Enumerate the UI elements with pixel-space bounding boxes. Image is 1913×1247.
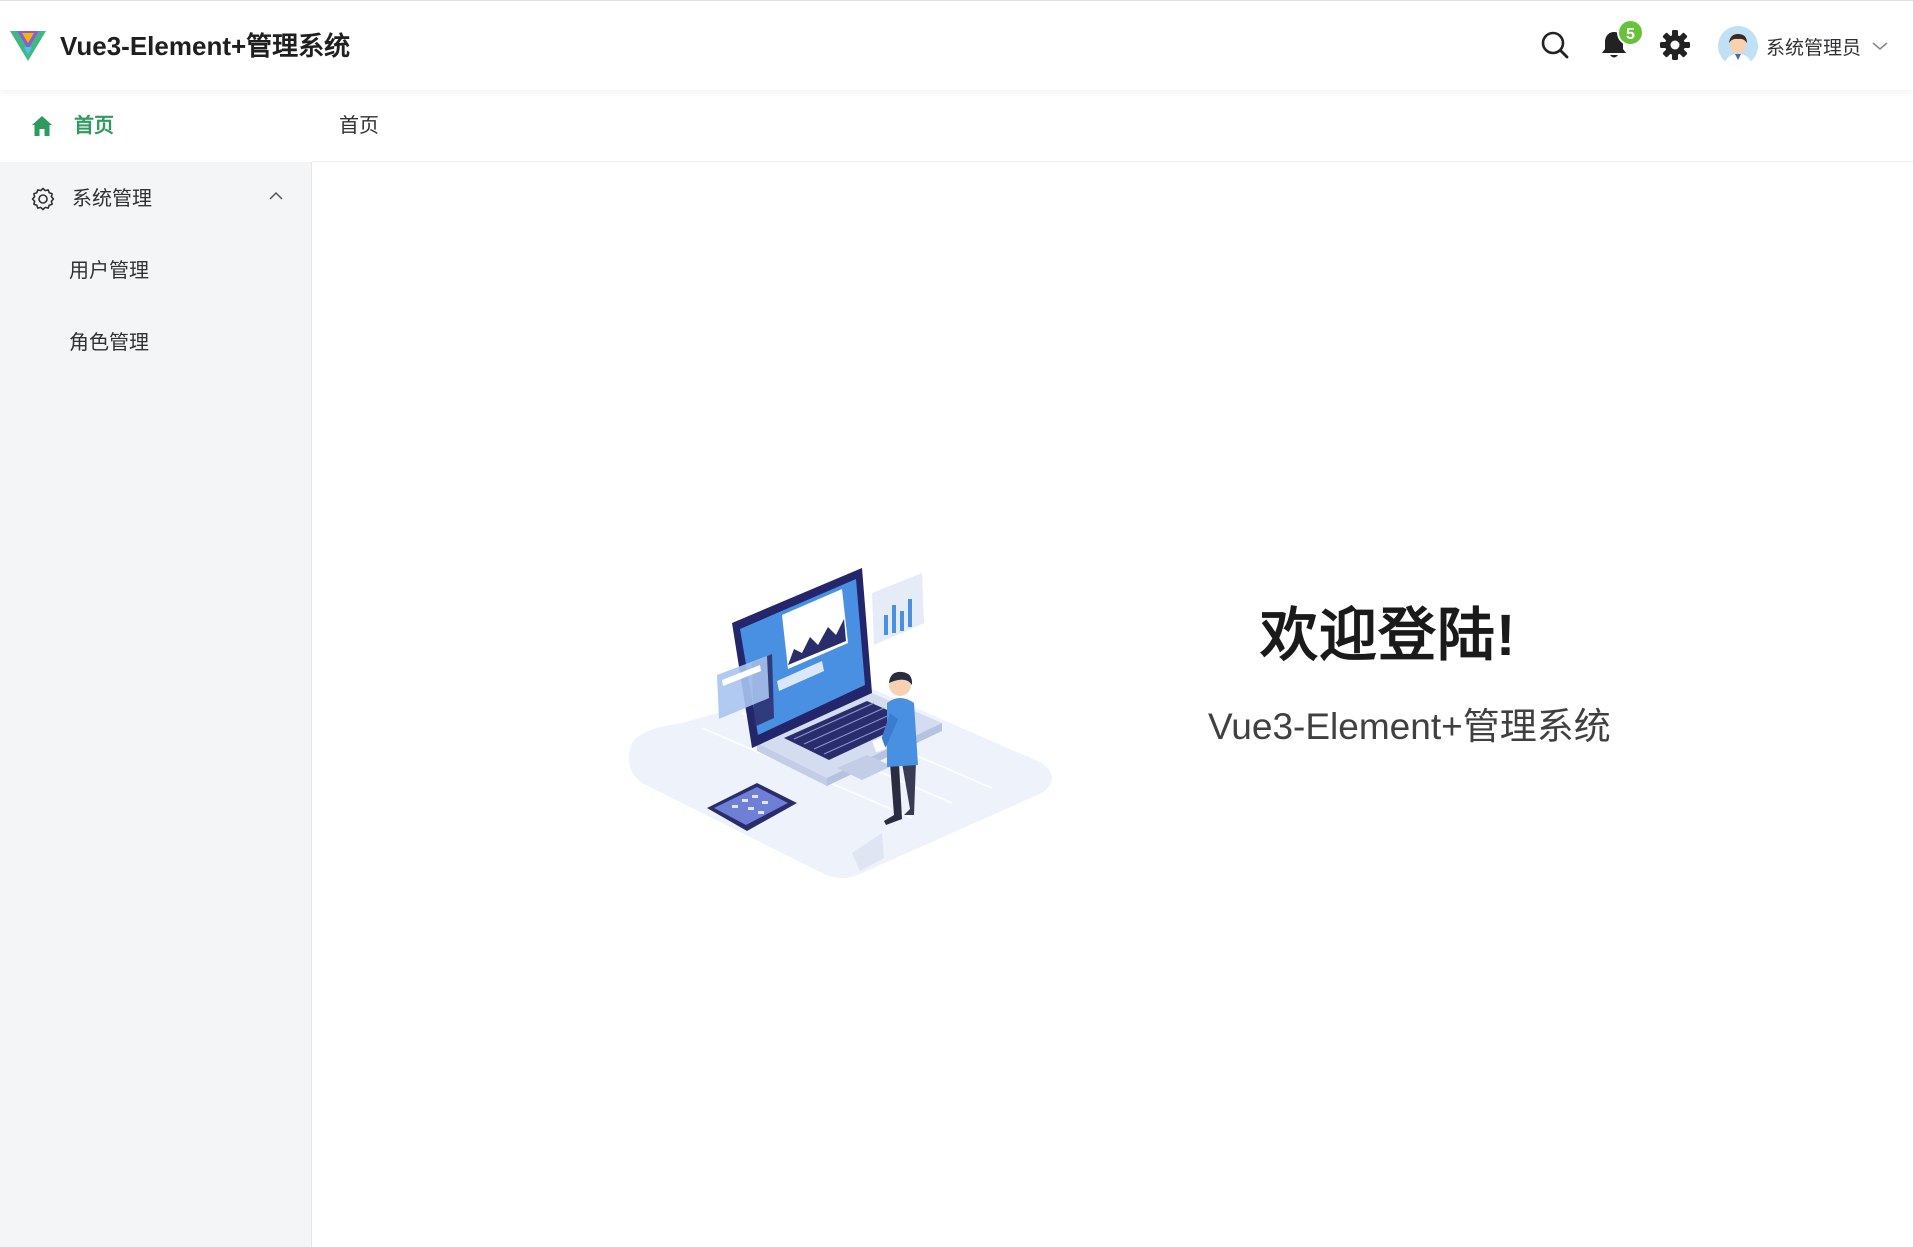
sidebar: 首页 系统管理 用户管理 角色管理	[0, 90, 312, 1247]
avatar	[1718, 26, 1758, 66]
sidebar-item-label: 角色管理	[69, 332, 149, 354]
sidebar-item-label: 用户管理	[69, 260, 149, 282]
user-menu[interactable]: 系统管理员	[1718, 25, 1889, 67]
sidebar-item-users[interactable]: 用户管理	[0, 234, 312, 306]
app-title: Vue3-Element+管理系统	[60, 31, 351, 61]
sidebar-item-roles[interactable]: 角色管理	[0, 306, 312, 378]
top-header: Vue3-Element+管理系统 5 系统管理员	[0, 0, 1913, 90]
breadcrumb: 首页	[312, 90, 1913, 162]
sidebar-item-home[interactable]: 首页	[0, 90, 312, 162]
sidebar-group-system[interactable]: 系统管理	[0, 162, 312, 234]
settings-outline-icon	[31, 187, 55, 211]
dashboard-illustration	[628, 568, 1052, 878]
chevron-up-icon	[269, 191, 283, 200]
chevron-down-icon	[1872, 42, 1888, 51]
home-icon	[32, 116, 52, 136]
main-content: 欢迎登陆! Vue3-Element+管理系统	[312, 163, 1913, 1247]
welcome-subtitle: Vue3-Element+管理系统	[1208, 706, 1611, 747]
welcome-heading: 欢迎登陆!	[1260, 603, 1517, 668]
notification-badge: 5	[1617, 19, 1644, 46]
gear-icon[interactable]	[1658, 28, 1692, 62]
search-icon[interactable]	[1538, 28, 1572, 62]
user-name: 系统管理员	[1766, 37, 1862, 59]
sidebar-group-label: 系统管理	[72, 188, 152, 210]
sidebar-item-label: 首页	[74, 115, 114, 137]
logo-icon	[10, 31, 46, 61]
breadcrumb-item-home[interactable]: 首页	[339, 113, 379, 139]
